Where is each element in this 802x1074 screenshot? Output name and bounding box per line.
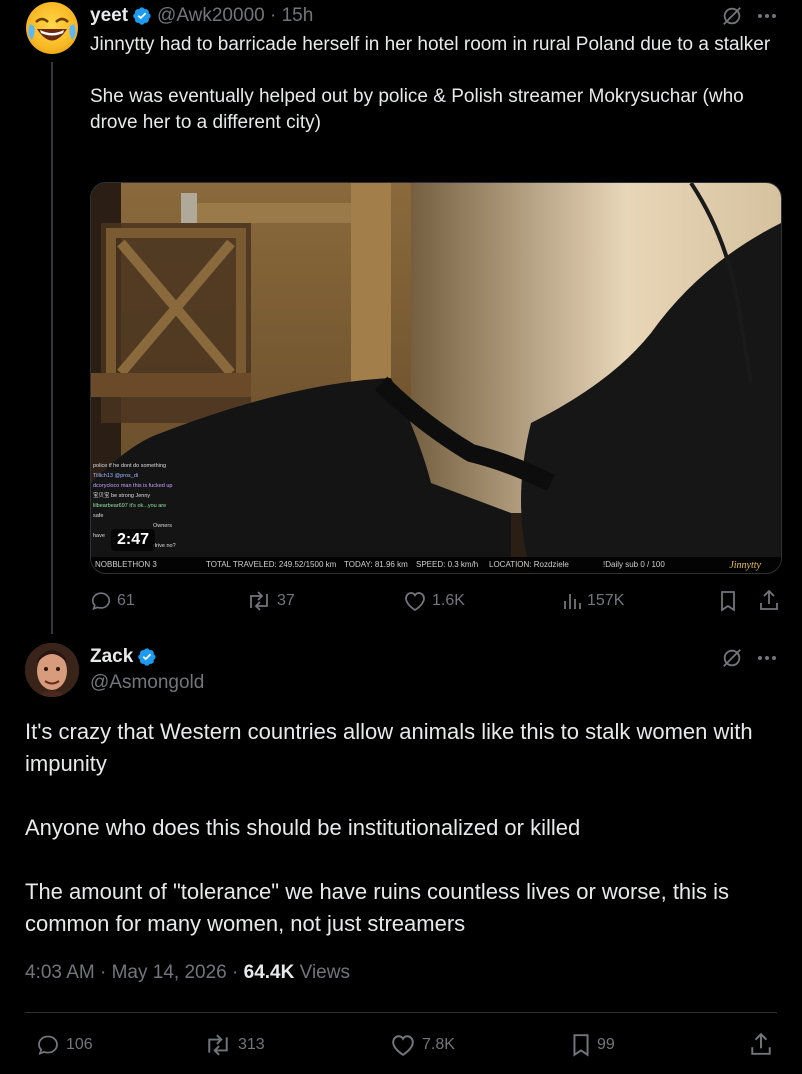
repost-icon xyxy=(208,1034,228,1056)
grok-icon[interactable] xyxy=(721,5,743,27)
chat-line: police if he dont do something xyxy=(93,463,167,469)
views-count: 64.4K xyxy=(243,962,295,983)
views-button[interactable]: 157K xyxy=(562,590,624,612)
stream-logo: Jinnytty xyxy=(729,560,761,571)
avatar-image xyxy=(25,643,79,697)
daily-sub-goal: !Daily sub 0 / 100 xyxy=(603,560,665,569)
display-name[interactable]: yeet xyxy=(90,5,128,27)
chat-line: safe xyxy=(93,513,104,519)
more-icon[interactable] xyxy=(756,650,778,666)
bookmark-count: 99 xyxy=(597,1036,615,1053)
verified-icon xyxy=(138,648,156,666)
handle[interactable]: @Awk20000 xyxy=(157,5,265,27)
tweet-paragraph: Anyone who does this should be instituti… xyxy=(25,815,581,840)
grok-icon[interactable] xyxy=(721,647,743,669)
repost-icon xyxy=(250,591,268,611)
repost-count: 37 xyxy=(277,592,295,609)
reply-count: 106 xyxy=(66,1036,93,1053)
parent-tweet-text: Jinnytty had to barricade herself in her… xyxy=(90,34,771,133)
tweet-text: It's crazy that Western countries allow … xyxy=(25,716,795,972)
chat-line: 宝贝宝 be strong Jenny xyxy=(93,493,151,499)
location: LOCATION: Rozdziele xyxy=(489,560,569,569)
avatar[interactable] xyxy=(25,643,79,697)
view-count: 157K xyxy=(587,592,625,609)
display-name[interactable]: Zack xyxy=(90,646,133,668)
more-icon[interactable] xyxy=(756,8,778,24)
tweet-paragraph: It's crazy that Western countries allow … xyxy=(25,719,753,776)
verified-icon xyxy=(133,7,151,25)
like-icon xyxy=(405,592,425,612)
reply-icon xyxy=(91,592,111,611)
repost-count: 313 xyxy=(238,1036,265,1053)
repost-button[interactable]: 313 xyxy=(203,1033,265,1057)
views-icon xyxy=(564,594,581,609)
repost-button[interactable]: 37 xyxy=(246,590,295,612)
bookmark-button[interactable]: 99 xyxy=(570,1033,615,1057)
chat-line: lilbearbear697 it's ok...you are xyxy=(93,503,167,509)
share-icon[interactable] xyxy=(749,1032,773,1056)
separator-dot: · xyxy=(264,5,282,26)
video-time-badge: 2:47 xyxy=(111,529,156,551)
divider xyxy=(25,1012,777,1013)
timestamp[interactable]: 4:03 AM · May 14, 2026 · xyxy=(25,962,244,983)
speed: SPEED: 0.3 km/h xyxy=(416,560,479,569)
video-media[interactable]: police if he dont do something Tillich13… xyxy=(90,182,782,574)
like-count: 7.8K xyxy=(422,1036,455,1053)
tweet-meta: 4:03 AM · May 14, 2026 · 64.4K Views xyxy=(25,962,350,984)
like-count: 1.6K xyxy=(432,592,465,609)
tweet-paragraph: The amount of "tolerance" we have ruins … xyxy=(25,879,730,936)
reply-icon xyxy=(38,1035,58,1056)
stream-event-name: NOBBLETHON 3 xyxy=(95,560,157,569)
share-icon[interactable] xyxy=(758,589,780,611)
views-label: Views xyxy=(299,962,350,983)
stream-status-bar: NOBBLETHON 3 TOTAL TRAVELED: 249.52/1500… xyxy=(91,557,781,573)
reply-button[interactable]: 61 xyxy=(90,590,135,612)
today-distance: TODAY: 81.96 km xyxy=(344,560,408,569)
total-traveled: TOTAL TRAVELED: 249.52/1500 km xyxy=(206,560,337,569)
timestamp[interactable]: 15h xyxy=(282,5,314,27)
author-name-row: Zack xyxy=(90,646,162,668)
laughing-emoji-icon xyxy=(28,17,76,41)
thread-connector-line xyxy=(51,62,53,634)
parent-tweet-header: yeet @Awk20000 · 15h xyxy=(90,4,313,28)
chat-line: Tillich13 @pros_di xyxy=(93,473,139,479)
bookmark-icon[interactable] xyxy=(718,590,738,612)
avatar[interactable] xyxy=(26,2,78,54)
chat-line: dcorycloco man this is fucked up xyxy=(93,483,173,489)
reply-button[interactable]: 106 xyxy=(35,1033,93,1057)
reply-count: 61 xyxy=(117,592,135,609)
like-icon xyxy=(392,1035,414,1056)
bookmark-icon xyxy=(573,1034,589,1057)
like-button[interactable]: 7.8K xyxy=(389,1033,455,1057)
handle[interactable]: @Asmongold xyxy=(90,672,204,694)
like-button[interactable]: 1.6K xyxy=(403,590,465,612)
